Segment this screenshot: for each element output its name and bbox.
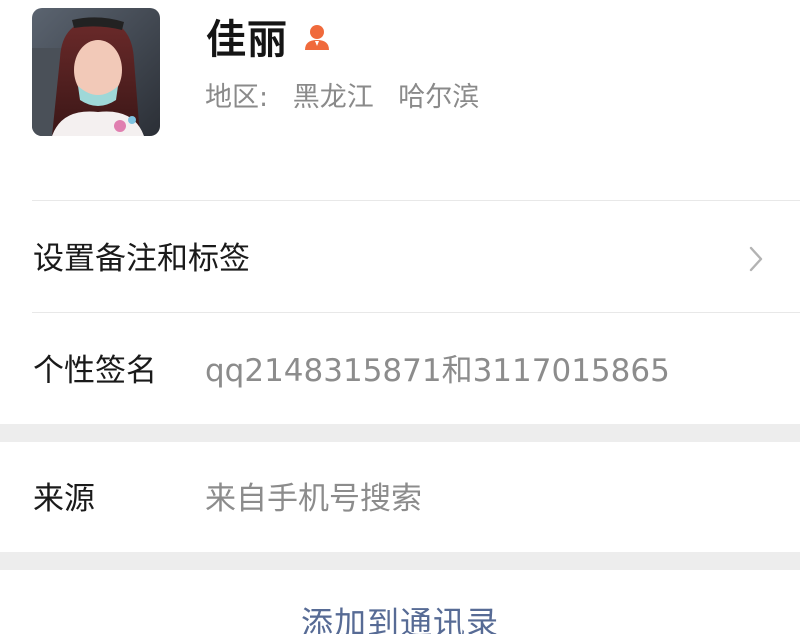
region-city: 哈尔滨 xyxy=(398,82,480,113)
chevron-right-icon xyxy=(749,246,763,272)
divider xyxy=(32,200,800,201)
remark-tags-row[interactable]: 设置备注和标签 xyxy=(0,204,800,314)
profile-header: 佳丽 地区: 黑龙江 哈尔滨 xyxy=(0,0,800,200)
signature-value: qq2148315871和3117015865 xyxy=(205,353,670,389)
region-province: 黑龙江 xyxy=(292,82,374,113)
section-separator xyxy=(0,424,800,442)
source-value: 来自手机号搜索 xyxy=(205,481,422,517)
add-to-contacts-button[interactable]: 添加到通讯录 xyxy=(0,588,800,634)
region-info: 地区: 黑龙江 哈尔滨 xyxy=(205,78,479,118)
source-label: 来源 xyxy=(33,481,95,517)
signature-row: 个性签名 qq2148315871和3117015865 xyxy=(0,316,800,426)
avatar[interactable] xyxy=(32,8,160,136)
female-user-icon xyxy=(305,25,329,50)
divider xyxy=(32,312,800,313)
contact-profile-page: 佳丽 地区: 黑龙江 哈尔滨 设置备注和标签 个性签名 qq2148315871… xyxy=(0,0,800,634)
source-row: 来源 来自手机号搜索 xyxy=(0,444,800,554)
signature-label: 个性签名 xyxy=(33,353,157,389)
region-label: 地区: xyxy=(205,82,269,113)
contact-name: 佳丽 xyxy=(206,17,288,63)
section-separator xyxy=(0,552,800,570)
remark-tags-label: 设置备注和标签 xyxy=(33,241,250,277)
